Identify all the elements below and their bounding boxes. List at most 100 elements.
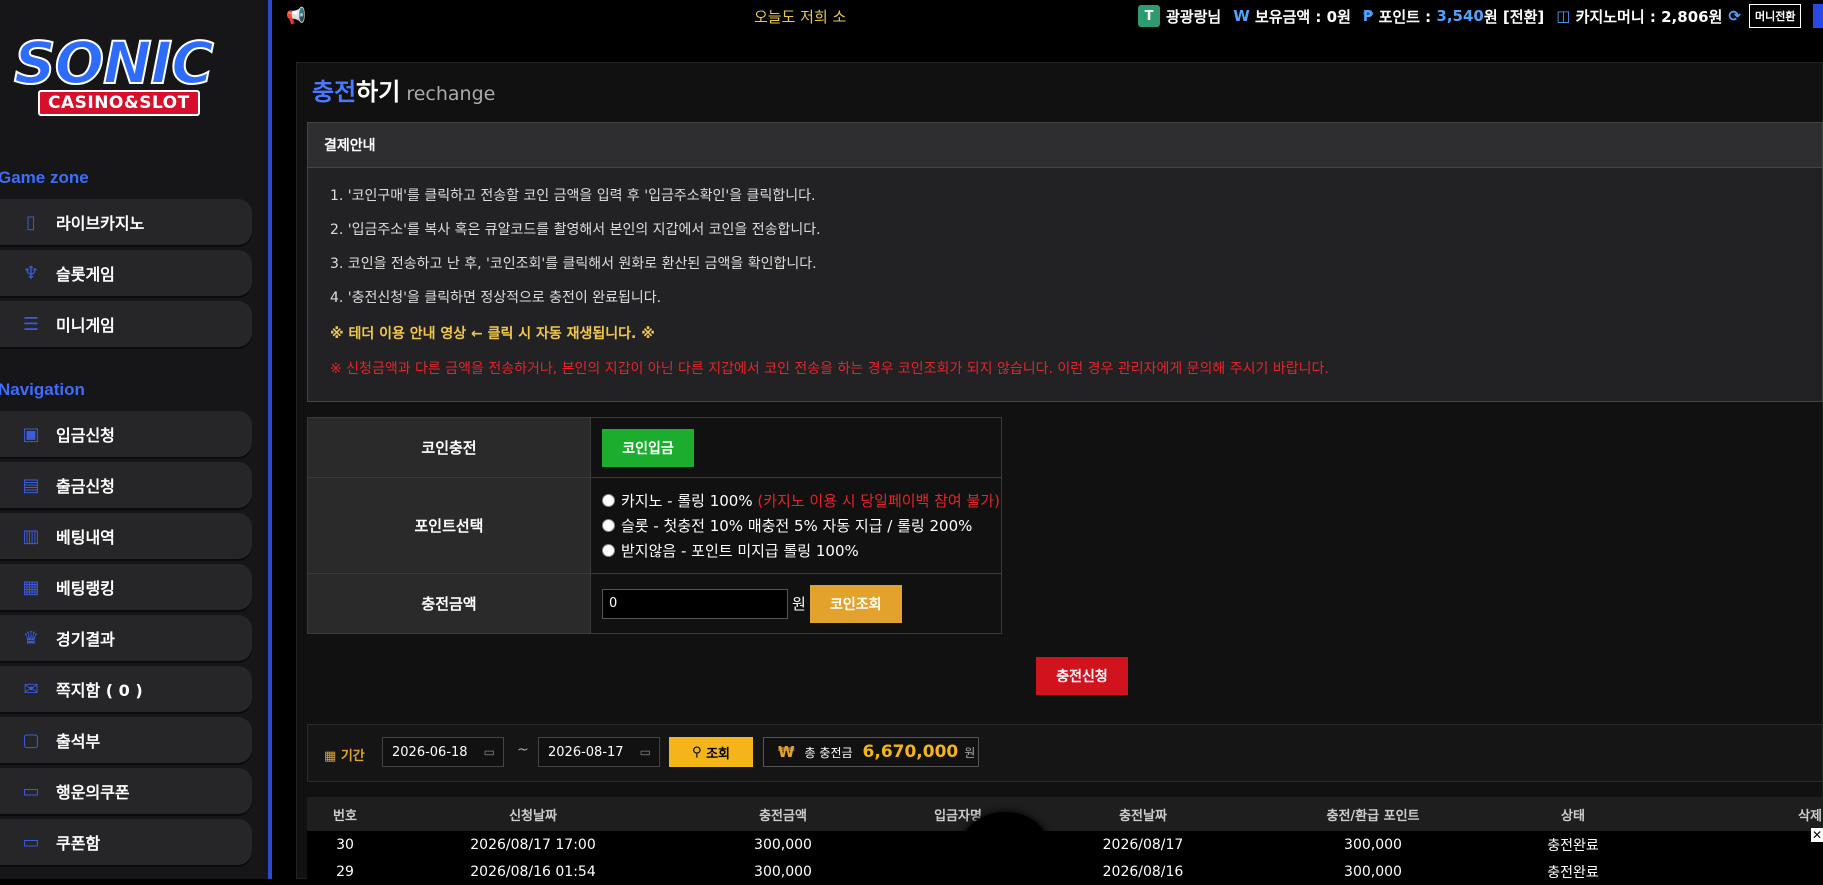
date-to-input[interactable]: 2026-08-17 ▭ (538, 737, 660, 767)
trophy-icon: ♛ (22, 627, 40, 649)
col-amount: 충전금액 (683, 797, 883, 831)
date-from-input[interactable]: 2026-06-18 ▭ (382, 737, 504, 767)
sidebar-item-live-casino[interactable]: ▯ 라이브카지노 (0, 199, 252, 245)
sidebar-item-results[interactable]: ♛ 경기결과 (0, 615, 252, 661)
notice-warning: ※ 신청금액과 다른 금액을 전송하거나, 본인의 지갑이 아닌 다른 지갑에서… (330, 361, 1329, 377)
cell-status: 충전완료 (1493, 858, 1653, 885)
wallet-icon: ▤ (22, 474, 40, 496)
option-note: (카지노 이용 시 당일페이백 참여 불가) (757, 492, 1000, 510)
user-info: T 광광랑님 W 보유금액 : 0원 ₱ 포인트 : 3,540 원 [전환] … (1138, 4, 1823, 28)
charge-submit-button[interactable]: 충전신청 (1036, 657, 1128, 695)
point-option-slot[interactable]: 슬롯 - 첫충전 10% 매충전 5% 자동 지급 / 롤링 200% (602, 513, 1000, 538)
coin-check-button[interactable]: 코인조회 (809, 584, 902, 623)
sidebar-item-coupon-box[interactable]: ▭ 쿠폰함 (0, 819, 252, 865)
tether-video-link[interactable]: ※ 테더 이용 안내 영상 ← 클릭 시 자동 재생됩니다. ※ (330, 323, 655, 343)
username: 광광랑님 (1166, 7, 1222, 26)
sidebar-item-messages[interactable]: ✉ 쪽지함 ( 0 ) (0, 666, 252, 712)
cell-request-date: 2026/08/16 01:54 (383, 858, 683, 885)
sidebar-item-mini-game[interactable]: ☰ 미니게임 (0, 301, 252, 347)
sidebar-item-deposit[interactable]: ▣ 입금신청 (0, 411, 252, 457)
date-separator: ~ (517, 742, 529, 758)
section-title-game-zone: Game zone (0, 168, 89, 187)
megaphone-icon: 📢 (286, 6, 306, 25)
col-charge-date: 충전날짜 (1033, 797, 1253, 831)
coupon-icon: ▭ (22, 780, 40, 802)
sidebar-item-label: 입금신청 (56, 426, 115, 445)
point-value: 3,540 (1436, 7, 1484, 25)
casino-money-label: 카지노머니 : (1575, 7, 1656, 26)
total-label: 총 충전금 (804, 745, 853, 760)
period-label: ▦ 기간 (324, 749, 365, 764)
top-bar: 📢 오늘도 저희 소 T 광광랑님 W 보유금액 : 0원 ₱ 포인트 : 3,… (276, 0, 1823, 32)
message-icon: ✉ (23, 678, 39, 700)
calendar-icon: ▢ (22, 729, 40, 751)
sidebar-item-label: 출석부 (56, 732, 101, 751)
notice-line-1: 1. '코인구매'를 클릭하고 전송할 코인 금액을 입력 후 '입금주소확인'… (330, 188, 816, 204)
point-option-casino[interactable]: 카지노 - 롤링 100% (카지노 이용 시 당일페이백 참여 불가) (602, 488, 1000, 513)
radio-button[interactable] (602, 544, 615, 557)
payment-notice: 결제안내 1. '코인구매'를 클릭하고 전송할 코인 금액을 입력 후 '입금… (307, 122, 1823, 402)
balance-label: 보유금액 : (1254, 7, 1322, 26)
coin-deposit-button[interactable]: 코인입금 (602, 428, 694, 467)
redaction-blob (962, 812, 1048, 879)
notice-line-4: 4. '충전신청'을 클릭하면 정상적으로 충전이 완료됩니다. (330, 290, 662, 306)
table-row: 29 2026/08/16 01:54 300,000 2026/08/16 3… (307, 858, 1823, 885)
site-logo[interactable]: SONIC CASINO&SLOT (13, 29, 254, 122)
option-text: 슬롯 - 첫충전 10% 매충전 5% 자동 지급 / 롤링 200% (621, 517, 973, 535)
won-icon: ₩ (778, 743, 795, 761)
sidebar-item-label: 경기결과 (56, 630, 115, 649)
calendar-icon[interactable]: ▭ (484, 745, 495, 759)
col-request-date: 신청날짜 (383, 797, 683, 831)
page-title-part-a: 충전 (312, 78, 357, 106)
money-convert-button[interactable]: 머니전환 (1748, 4, 1802, 28)
calendar-icon[interactable]: ▭ (640, 745, 651, 759)
page-title: 충전하기 rechange (312, 72, 495, 107)
user-level-icon: T (1138, 5, 1160, 27)
radio-button[interactable] (602, 519, 615, 532)
sidebar-item-withdraw[interactable]: ▤ 출금신청 (0, 462, 252, 508)
point-unit: 원 (1483, 7, 1498, 26)
logo-subtext: CASINO&SLOT (38, 90, 200, 116)
deposit-icon: ▣ (22, 423, 40, 445)
sidebar-item-attendance[interactable]: ▢ 출석부 (0, 717, 252, 763)
col-delete: 삭제 (1653, 797, 1823, 831)
point-convert-link[interactable]: [전환] (1503, 6, 1544, 27)
charge-history-table: 번호 신청날짜 충전금액 입금자명 충전날짜 충전/환급 포인트 상태 삭제 3… (307, 797, 1823, 885)
cell-status: 충전완료 (1493, 831, 1653, 858)
search-icon: ⚲ (692, 744, 702, 760)
total-charge-box: ₩ 총 충전금 6,670,000 원 (763, 737, 979, 767)
login-button[interactable]: 로그 (1813, 4, 1823, 28)
close-icon[interactable]: ✕ (1811, 828, 1823, 842)
coin-charge-label: 코인충전 (307, 417, 591, 478)
sidebar-item-label: 출금신청 (56, 477, 115, 496)
coupon-box-icon: ▭ (22, 831, 40, 853)
page-title-english: rechange (406, 83, 496, 105)
search-button[interactable]: ⚲ 조회 (669, 737, 753, 767)
sidebar-item-bet-history[interactable]: ▥ 베팅내역 (0, 513, 252, 559)
cell-number: 30 (307, 831, 383, 858)
cell-amount: 300,000 (683, 858, 883, 885)
won-icon: W (1233, 7, 1250, 25)
amount-input[interactable]: 0 (602, 588, 788, 619)
total-value: 6,670,000 (862, 742, 959, 762)
slot-icon: ♆ (22, 262, 40, 284)
page-title-part-b: 하기 (356, 78, 401, 106)
sidebar-item-bet-ranking[interactable]: ▦ 베팅랭킹 (0, 564, 252, 610)
cell-amount: 300,000 (683, 831, 883, 858)
casino-money-icon: ◫ (1556, 7, 1571, 25)
sidebar-item-label: 베팅랭킹 (56, 579, 115, 598)
cell-delete[interactable] (1653, 858, 1823, 885)
logo-text: SONIC (13, 29, 215, 97)
sidebar-item-lucky-coupon[interactable]: ▭ 행운의쿠폰 (0, 768, 252, 814)
sidebar-item-slot[interactable]: ♆ 슬롯게임 (0, 250, 252, 296)
mini-game-icon: ☰ (22, 313, 40, 335)
cell-delete[interactable] (1653, 831, 1823, 858)
point-option-none[interactable]: 받지않음 - 포인트 미지급 롤링 100% (602, 538, 1000, 563)
won-unit: 원 (792, 595, 806, 613)
refresh-icon[interactable]: ⟳ (1728, 7, 1741, 25)
col-points: 충전/환급 포인트 (1253, 797, 1493, 831)
col-number: 번호 (307, 797, 383, 831)
period-label-text: 기간 (340, 749, 365, 764)
radio-button[interactable] (602, 494, 615, 507)
cell-charge-date: 2026/08/16 (1033, 858, 1253, 885)
